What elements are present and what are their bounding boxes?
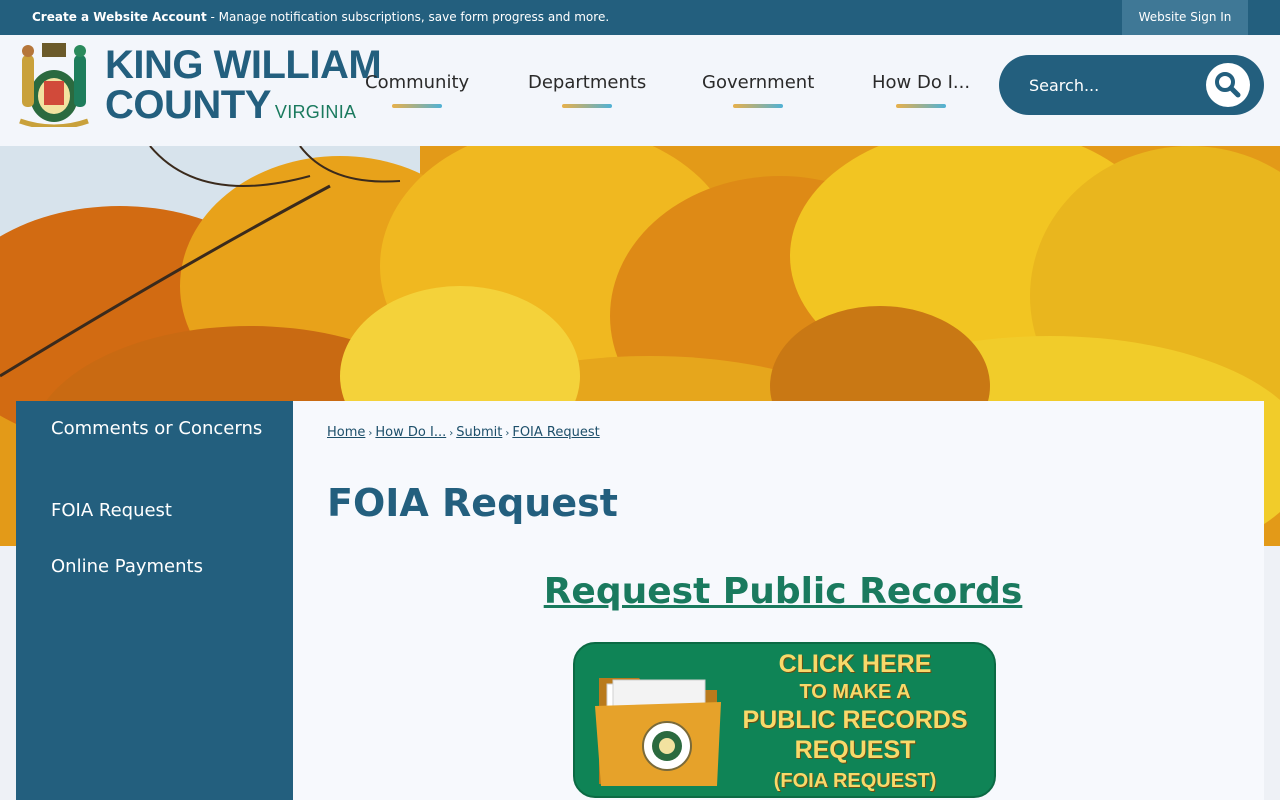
search-input[interactable]: [1029, 73, 1189, 97]
nav-label: Government: [702, 72, 815, 93]
sidebar-item-online-payments[interactable]: Online Payments: [51, 554, 271, 580]
site-header: KING WILLIAM COUNTY VIRGINIA Community De…: [0, 35, 1280, 146]
county-seal-icon[interactable]: [16, 41, 92, 127]
website-sign-in-button[interactable]: Website Sign In: [1122, 0, 1248, 35]
breadcrumb-how-do-i[interactable]: How Do I...: [375, 425, 446, 440]
search-box: [999, 55, 1264, 115]
banner-line-1: CLICK HERE: [778, 650, 932, 678]
nav-community[interactable]: Community: [365, 72, 470, 108]
nav-label: Departments: [528, 72, 647, 93]
banner-line-2: TO MAKE A: [799, 681, 911, 703]
sidebar-item-comments-or-concerns[interactable]: Comments or Concerns: [51, 416, 271, 442]
nav-label: How Do I...: [872, 72, 971, 93]
banner-line-3: PUBLIC RECORDS: [742, 706, 968, 734]
banner-line-5: (FOIA REQUEST): [773, 770, 937, 792]
foia-request-banner[interactable]: CLICK HERE TO MAKE A PUBLIC RECORDS REQU…: [573, 642, 996, 798]
create-account-link[interactable]: Create a Website Account: [32, 10, 207, 24]
nav-underline: [896, 104, 947, 108]
request-public-records-link[interactable]: Request Public Records: [293, 571, 1273, 612]
search-button[interactable]: [1206, 63, 1250, 107]
breadcrumb-foia-request[interactable]: FOIA Request: [512, 425, 599, 440]
search-icon: [1215, 72, 1241, 98]
breadcrumb-separator: ›: [449, 428, 454, 439]
nav-underline: [392, 104, 443, 108]
folder-icon: [595, 678, 721, 786]
nav-underline: [562, 104, 613, 108]
county-logo[interactable]: KING WILLIAM COUNTY VIRGINIA: [105, 43, 382, 132]
banner-text: CLICK HERE TO MAKE A PUBLIC RECORDS REQU…: [720, 650, 990, 796]
nav-government[interactable]: Government: [702, 72, 815, 108]
page-title: FOIA Request: [327, 481, 618, 525]
main-content: Home › How Do I... › Submit › FOIA Request FOI…: [293, 401, 1264, 800]
logo-county: COUNTY: [105, 83, 271, 127]
nav-underline: [733, 104, 784, 108]
nav-label: Community: [365, 72, 470, 93]
breadcrumb-separator: ›: [368, 428, 373, 439]
breadcrumb: Home › How Do I... › Submit › FOIA Request: [327, 425, 600, 440]
nav-how-do-i[interactable]: How Do I...: [872, 72, 971, 108]
banner-line-4: REQUEST: [794, 736, 916, 764]
logo-line-county: COUNTY VIRGINIA: [105, 85, 381, 132]
logo-state: VIRGINIA: [274, 102, 357, 122]
breadcrumb-submit[interactable]: Submit: [456, 425, 502, 440]
account-message: Create a Website Account - Manage notifi…: [32, 10, 609, 25]
account-description: - Manage notification subscriptions, sav…: [206, 10, 610, 24]
nav-departments[interactable]: Departments: [528, 72, 647, 108]
top-bar: Create a Website Account - Manage notifi…: [0, 0, 1280, 35]
sidebar-item-foia-request[interactable]: FOIA Request: [51, 498, 271, 524]
breadcrumb-separator: ›: [505, 428, 510, 439]
logo-line-king-william: KING WILLIAM: [105, 43, 382, 87]
breadcrumb-home[interactable]: Home: [327, 425, 365, 440]
sidebar-nav: Comments or Concerns FOIA Request Online…: [16, 401, 293, 800]
